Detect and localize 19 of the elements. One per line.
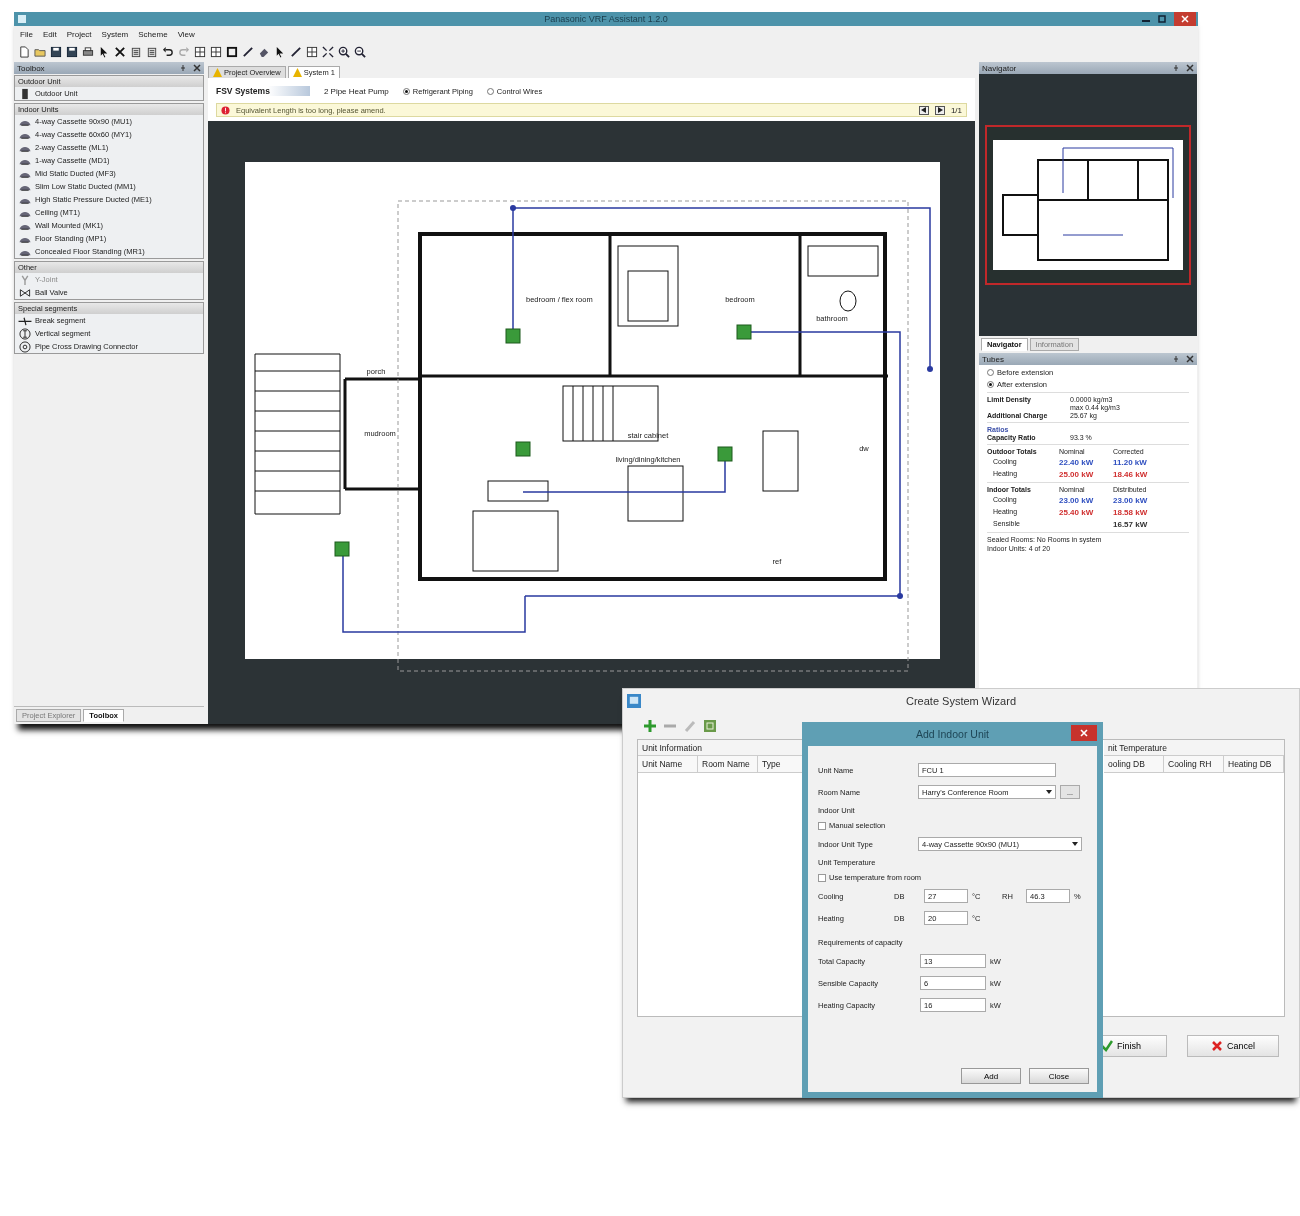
- column-group-header: nit Temperature: [1104, 740, 1284, 756]
- total-value: 11.20 kW: [1113, 458, 1147, 467]
- system-type: 2 Pipe Heat Pump: [323, 86, 389, 96]
- total-value: 22.40 kW: [1059, 458, 1094, 467]
- dialog-title: Add Indoor Unit: [916, 728, 989, 740]
- total-value: 25.00 kW: [1059, 470, 1094, 479]
- total-value: 23.00 kW: [1059, 496, 1094, 505]
- total-value: 18.58 kW: [1113, 508, 1148, 517]
- total-value: 23.00 kW: [1113, 496, 1148, 505]
- window-title: Panasonic VRF Assistant 1.2.0: [544, 14, 668, 24]
- panel-title: Tubes: [982, 354, 1004, 364]
- total-value: 18.46 kW: [1113, 470, 1148, 479]
- total-value: 25.40 kW: [1059, 508, 1094, 517]
- window-title: Create System Wizard: [906, 695, 1016, 707]
- total-value: 16.57 kW: [1113, 520, 1148, 529]
- panel-title: Toolbox: [17, 63, 45, 73]
- warning-counter: 1/1: [950, 105, 962, 115]
- system-name: FSV Systems: [216, 86, 310, 96]
- panel-title: Navigator: [982, 63, 1017, 73]
